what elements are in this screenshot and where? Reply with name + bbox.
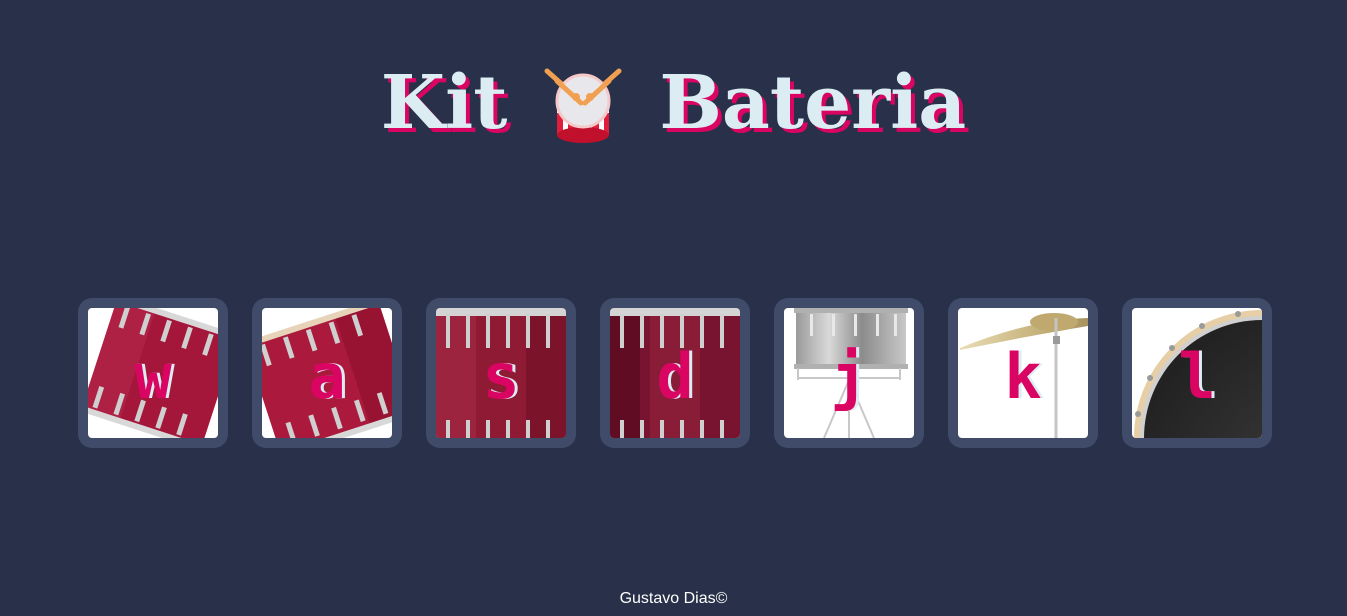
- drum-key-s[interactable]: s: [426, 298, 576, 448]
- drum-pad: w: [88, 308, 218, 438]
- drum-pad: l: [1132, 308, 1262, 438]
- drum-key-j[interactable]: j: [774, 298, 924, 448]
- drum-key-w[interactable]: w: [78, 298, 228, 448]
- drum-key-label: d: [656, 340, 694, 413]
- drum-key-label: l: [1178, 340, 1216, 413]
- drum-key-label: a: [308, 340, 346, 413]
- drum-pad: j: [784, 308, 914, 438]
- title-kit: Kit: [380, 60, 508, 146]
- drum-key-d[interactable]: d: [600, 298, 750, 448]
- drum-key-label: j: [830, 340, 868, 413]
- drum-key-label: s: [482, 340, 520, 413]
- drum-kit: w a s d j k l: [78, 298, 1272, 448]
- drum-key-l[interactable]: l: [1122, 298, 1272, 448]
- title-bateria: Bateria: [659, 60, 967, 146]
- drum-key-a[interactable]: a: [252, 298, 402, 448]
- drum-key-label: k: [1004, 340, 1042, 413]
- footer-credit: Gustavo Dias©: [619, 590, 728, 607]
- drum-pad: a: [262, 308, 392, 438]
- page-title: Kit Bateria: [0, 58, 1347, 148]
- drum-pad: s: [436, 308, 566, 438]
- drum-key-label: w: [134, 340, 172, 413]
- drum-key-k[interactable]: k: [948, 298, 1098, 448]
- drum-pad: k: [958, 308, 1088, 438]
- drum-with-sticks-icon: [544, 68, 622, 143]
- drum-pad: d: [610, 308, 740, 438]
